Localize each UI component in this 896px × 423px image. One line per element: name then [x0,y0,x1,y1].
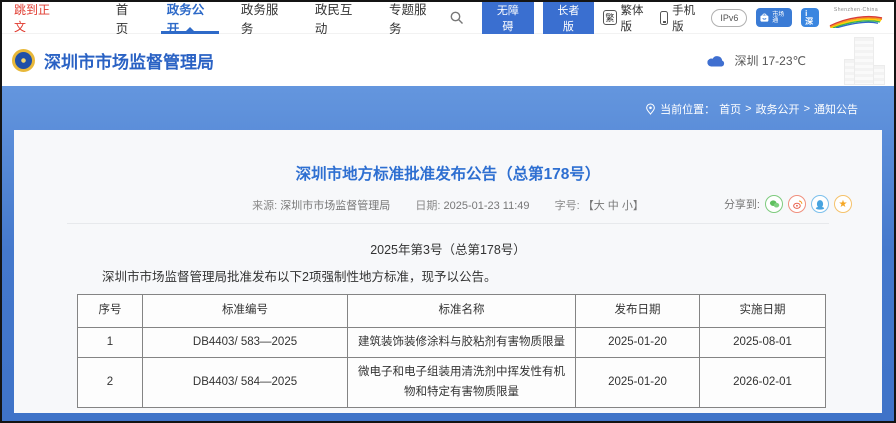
mobile-version-link[interactable]: 手机版 [660,2,702,34]
cell-standard-code: DB4403/ 583—2025 [143,327,348,358]
traditional-chinese-toggle[interactable]: 繁 繁体版 [603,2,651,34]
nav-label: 政民互动 [315,0,361,37]
col-header-standard-name: 标准名称 [348,295,576,328]
share-wechat-icon[interactable] [765,195,783,213]
col-header-index: 序号 [78,295,143,328]
share-bar: 分享到: ★ [724,195,852,213]
traditional-icon: 繁 [603,10,616,25]
breadcrumb-home[interactable]: 首页 [719,101,741,117]
nav-label: 政务服务 [241,0,287,37]
article-title: 深圳市地方标准批准发布公告（总第178号） [14,162,882,184]
cell-publish-date: 2025-01-20 [576,327,700,358]
site-title: 深圳市市场监督管理局 [44,48,214,73]
cell-index: 2 [78,358,143,408]
article-meta: 来源: 深圳市市场监督管理局 日期: 2025-01-23 11:49 字号: … [14,197,882,212]
table-row: 2 DB4403/ 584—2025 微电子和电子组装用清洗剂中挥发性有机物和特… [78,358,826,408]
source-value: 深圳市市场监督管理局 [280,200,390,212]
breadcrumb-separator: > [804,103,810,115]
cell-standard-name: 建筑装饰装修涂料与胶粘剂有害物质限量 [348,327,576,358]
source-label: 来源: [252,200,277,212]
cell-standard-name: 微电子和电子组装用清洗剂中挥发性有机物和特定有害物质限量 [348,358,576,408]
cell-index: 1 [78,327,143,358]
breadcrumb-current[interactable]: 通知公告 [814,101,858,117]
cell-publish-date: 2025-01-20 [576,358,700,408]
market-app-label: 市场通 [772,12,788,24]
share-favorite-icon[interactable]: ★ [834,195,852,213]
col-header-effective-date: 实施日期 [700,295,826,328]
fontsize-label: 字号: [555,200,580,212]
doc-number: 2025年第3号（总第178号） [14,239,882,258]
breadcrumb-prefix: 当前位置： [660,101,715,117]
shopping-bag-icon [760,12,769,23]
meta-divider [67,223,829,224]
elder-version-button[interactable]: 长者版 [543,0,595,38]
table-header-row: 序号 标准编号 标准名称 发布日期 实施日期 [78,295,826,328]
mobile-label: 手机版 [672,2,702,34]
standards-table: 序号 标准编号 标准名称 发布日期 实施日期 1 DB4403/ 583—202… [77,294,826,408]
breadcrumb-section[interactable]: 政务公开 [756,101,800,117]
shenzhen-city-logo[interactable]: Shenzhen·China [828,7,884,28]
skip-to-content-link[interactable]: 跳到正文 [14,1,60,35]
location-pin-icon [645,103,656,115]
banner: 当前位置： 首页 > 政务公开 > 通知公告 深圳市地方标准批准发布公告（总第1… [2,86,894,421]
nav-item-home[interactable]: 首页 [102,2,153,34]
nav-item-gov-services[interactable]: 政务服务 [227,2,301,34]
search-icon[interactable] [449,10,465,26]
i-shenzhen-label: i深 [805,10,815,26]
nav-label: 政务公开 [167,0,213,37]
article-card: 深圳市地方标准批准发布公告（总第178号） 来源: 深圳市市场监督管理局 日期:… [14,130,882,413]
breadcrumb-separator: > [745,103,751,115]
top-utility-bar: 跳到正文 首页 政务公开 政务服务 政民互动 专题服务 无障碍 长者版 [2,2,894,34]
date-label: 日期: [415,200,440,212]
weather-text: 深圳 17-23℃ [734,52,806,69]
cell-standard-code: DB4403/ 584—2025 [143,358,348,408]
ipv6-badge[interactable]: IPv6 [711,9,747,27]
weather-widget: 深圳 17-23℃ [706,52,806,69]
main-nav: 首页 政务公开 政务服务 政民互动 专题服务 [102,2,449,34]
topbar-tools: 无障碍 长者版 繁 繁体版 手机版 IPv6 市场通 i深 Shenzhen·C… [449,0,884,38]
nav-item-special-topics[interactable]: 专题服务 [375,2,449,34]
nav-label: 首页 [116,0,139,37]
cell-effective-date: 2026-02-01 [700,358,826,408]
col-header-standard-code: 标准编号 [143,295,348,328]
share-label: 分享到: [724,196,760,212]
col-header-publish-date: 发布日期 [576,295,700,328]
date-value: 2025-01-23 11:49 [443,200,529,212]
agency-emblem-icon [12,49,35,72]
nav-item-interaction[interactable]: 政民互动 [301,2,375,34]
i-shenzhen-app-badge[interactable]: i深 [801,8,819,27]
table-row: 1 DB4403/ 583—2025 建筑装饰装修涂料与胶粘剂有害物质限量 20… [78,327,826,358]
share-weibo-icon[interactable] [788,195,806,213]
breadcrumb: 当前位置： 首页 > 政务公开 > 通知公告 [645,101,858,117]
traditional-label: 繁体版 [621,2,651,34]
nav-item-gov-disclosure[interactable]: 政务公开 [153,2,227,34]
cloud-icon [706,55,726,67]
fontsize-options[interactable]: 【大 中 小】 [583,200,644,212]
building-illustration [836,37,890,85]
phone-icon [660,11,668,25]
page: 跳到正文 首页 政务公开 政务服务 政民互动 专题服务 无障碍 长者版 [0,0,896,423]
market-app-badge[interactable]: 市场通 [756,8,792,27]
cell-effective-date: 2025-08-01 [700,327,826,358]
accessibility-button[interactable]: 无障碍 [482,0,534,38]
site-header: 深圳市市场监督管理局 深圳 17-23℃ [2,34,894,86]
share-qq-icon[interactable] [811,195,829,213]
nav-label: 专题服务 [389,0,435,37]
rainbow-swoosh-icon [828,13,884,28]
article-body: 深圳市市场监督管理局批准发布以下2项强制性地方标准，现予以公告。 [77,266,819,285]
